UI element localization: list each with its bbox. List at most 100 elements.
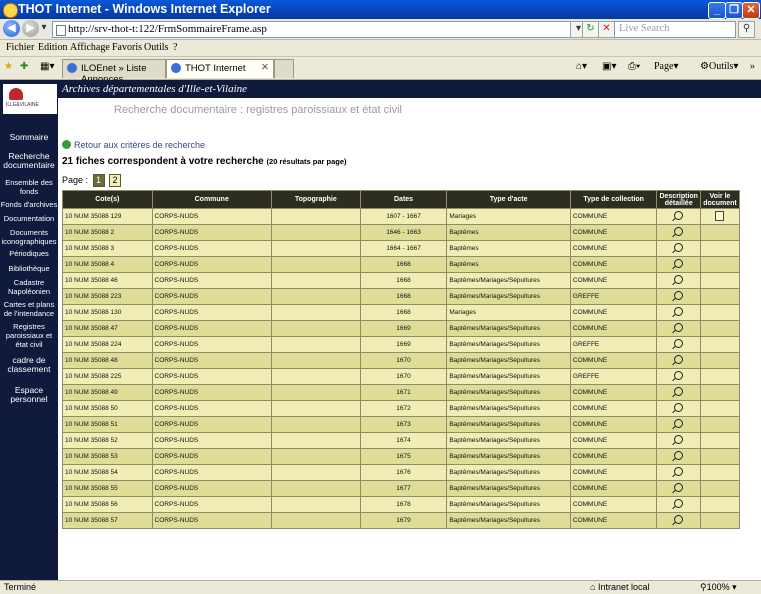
home-icon[interactable]: ⌂▾	[576, 61, 587, 72]
sidebar-item-fonds-archives[interactable]: Fonds d'archives	[0, 200, 58, 209]
cell-dates: 1677	[359, 480, 448, 497]
cell-description	[656, 240, 701, 257]
stop-icon[interactable]: ✕	[598, 21, 615, 38]
menu-help[interactable]: ?	[173, 42, 177, 53]
sidebar-item-bibliotheque[interactable]: Bibliothèque	[0, 264, 58, 273]
search-icon[interactable]: ⚲	[738, 21, 755, 38]
cell-description	[656, 272, 701, 289]
forward-button[interactable]: ▶	[22, 20, 39, 37]
more-commands-icon[interactable]: »	[750, 61, 755, 72]
col-header-type-acte[interactable]: Type d'acte	[446, 190, 571, 209]
search-placeholder: Live Search	[619, 23, 670, 34]
cell-type-acte: Baptêmes/Mariages/Sépultures	[446, 352, 571, 369]
magnifier-icon[interactable]	[674, 467, 684, 476]
document-icon[interactable]	[715, 210, 725, 221]
sidebar-item-iconographie[interactable]: Documents iconographiques	[0, 228, 58, 246]
menu-outils[interactable]: Outils	[144, 42, 168, 53]
cell-type-acte: Baptêmes/Mariages/Sépultures	[446, 432, 571, 449]
cell-type-acte: Baptêmes/Mariages/Sépultures	[446, 496, 571, 513]
cell-collection: COMMUNE	[569, 416, 658, 433]
window-title-bar[interactable]: THOT Internet - Windows Internet Explore…	[0, 0, 761, 19]
magnifier-icon[interactable]	[674, 499, 684, 508]
magnifier-icon[interactable]	[674, 355, 684, 364]
page-menu[interactable]: Page▾	[654, 61, 678, 72]
cell-description	[656, 208, 701, 225]
refresh-icon[interactable]: ↻	[582, 21, 599, 38]
cell-type-acte: Mariages	[446, 304, 571, 321]
cell-dates: 1671	[359, 384, 448, 401]
sidebar-item-documentation[interactable]: Documentation	[0, 214, 58, 223]
tab-iloenet[interactable]: ILOEnet » Liste Annonces	[62, 59, 166, 85]
page-2-button[interactable]: 2	[109, 174, 122, 187]
col-header-commune[interactable]: Commune	[151, 190, 272, 209]
col-header-dates[interactable]: Dates	[359, 190, 448, 209]
close-button[interactable]: ✕	[742, 2, 760, 19]
magnifier-icon[interactable]	[674, 515, 684, 524]
magnifier-icon[interactable]	[674, 211, 684, 220]
print-icon[interactable]: ⎙▾	[628, 61, 640, 72]
menu-favoris[interactable]: Favoris	[112, 42, 142, 53]
security-zone[interactable]: ⌂ Intranet local	[590, 582, 649, 592]
menu-affichage[interactable]: Affichage	[70, 42, 110, 53]
magnifier-icon[interactable]	[674, 403, 684, 412]
sidebar-item-cadastre[interactable]: Cadastre Napoléonien	[0, 278, 58, 296]
menu-edition[interactable]: Edition	[38, 42, 67, 53]
history-dropdown[interactable]: ▾	[39, 21, 49, 36]
minimize-button[interactable]: _	[708, 2, 726, 19]
back-button[interactable]: ◀	[3, 20, 20, 37]
site-logo[interactable]: ILLE&VILAINE	[3, 84, 57, 114]
sidebar-item-sommaire[interactable]: Sommaire	[0, 133, 58, 142]
cell-collection: COMMUNE	[569, 464, 658, 481]
zoom-control[interactable]: ⚲100% ▾	[700, 582, 737, 593]
add-favorite-icon[interactable]: ✚	[20, 61, 28, 72]
tools-menu[interactable]: ⚙Outils▾	[700, 61, 738, 72]
magnifier-icon[interactable]	[674, 451, 684, 460]
magnifier-icon[interactable]	[674, 387, 684, 396]
magnifier-icon[interactable]	[674, 291, 684, 300]
magnifier-icon[interactable]	[674, 307, 684, 316]
tab-thot[interactable]: THOT Internet ✕	[166, 59, 274, 78]
sidebar-item-periodiques[interactable]: Périodiques	[0, 249, 58, 258]
results-count-text: 21 fiches correspondent à votre recherch…	[62, 156, 264, 167]
magnifier-icon[interactable]	[674, 339, 684, 348]
new-tab-button[interactable]	[274, 59, 294, 78]
favorites-star-icon[interactable]: ★	[4, 61, 13, 72]
cell-dates: 1669	[359, 320, 448, 337]
table-row: 10 NUM 35088 224 CORPS-NUDS 1669 Baptêmes/M…	[62, 336, 741, 353]
magnifier-icon[interactable]	[674, 483, 684, 492]
cell-cote: 10 NUM 35088 53	[62, 448, 153, 465]
magnifier-icon[interactable]	[674, 419, 684, 428]
search-input[interactable]: Live Search	[614, 21, 736, 38]
maximize-button[interactable]: ❐	[725, 2, 743, 19]
sidebar-item-recherche[interactable]: Recherche documentaire	[0, 152, 58, 170]
magnifier-icon[interactable]	[674, 243, 684, 252]
col-header-topographie[interactable]: Topographie	[270, 190, 361, 209]
magnifier-icon[interactable]	[674, 259, 684, 268]
back-link-label: Retour aux critères de recherche	[74, 140, 206, 150]
magnifier-icon[interactable]	[674, 371, 684, 380]
cell-topographie	[270, 272, 361, 289]
tab-list-icon[interactable]: ▦▾	[40, 61, 54, 72]
table-row: 10 NUM 35088 52 CORPS-NUDS 1674 Baptêmes/Ma…	[62, 432, 741, 449]
sidebar-item-cartes[interactable]: Cartes et plans de l'intendance	[0, 300, 58, 318]
sidebar-item-espace[interactable]: Espace personnel	[0, 386, 58, 404]
page-1-button[interactable]: 1	[92, 174, 105, 187]
sidebar-item-cadre[interactable]: cadre de classement	[0, 356, 58, 374]
magnifier-icon[interactable]	[674, 275, 684, 284]
sidebar: Sommaire Recherche documentaire Ensemble…	[0, 98, 58, 580]
back-to-criteria-link[interactable]: Retour aux critères de recherche	[62, 140, 205, 150]
col-header-type-collection[interactable]: Type de collection	[569, 190, 658, 209]
feeds-icon[interactable]: ▣▾	[602, 61, 616, 72]
magnifier-icon[interactable]	[674, 435, 684, 444]
close-tab-icon[interactable]: ✕	[261, 62, 269, 73]
url-input[interactable]: http://srv-thot-t:122/FrmSommaireFrame.a…	[52, 21, 574, 38]
menu-fichier[interactable]: Fichier	[6, 42, 34, 53]
cell-collection: GREFFE	[569, 368, 658, 385]
magnifier-icon[interactable]	[674, 323, 684, 332]
magnifier-icon[interactable]	[674, 227, 684, 236]
sidebar-item-ensemble-fonds[interactable]: Ensemble des fonds	[0, 178, 58, 196]
sidebar-item-registres[interactable]: Registres paroissiaux et état civil	[0, 322, 58, 349]
cell-cote: 10 NUM 35088 2	[62, 224, 153, 241]
col-header-cote[interactable]: Cote(s)	[62, 190, 153, 209]
cell-dates: 1679	[359, 512, 448, 529]
